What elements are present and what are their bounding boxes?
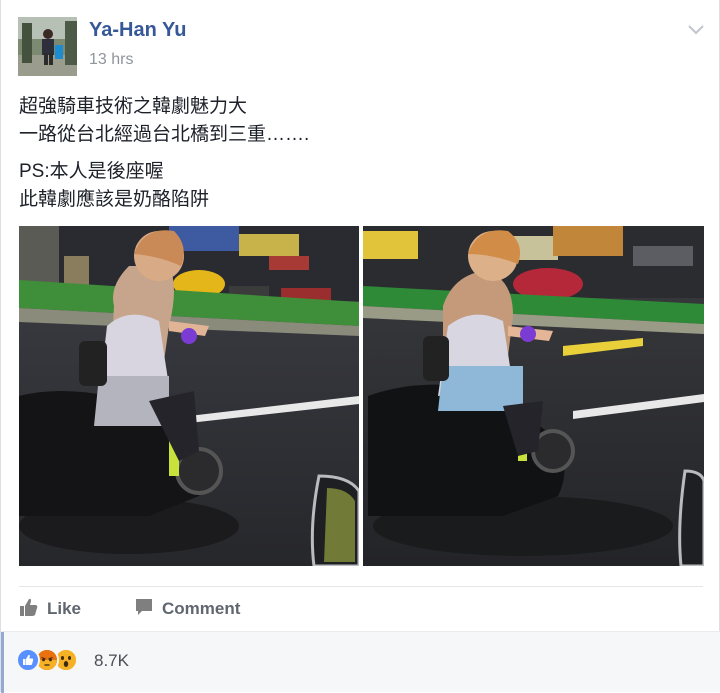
reactions-bar-accent: [1, 632, 4, 693]
author-name[interactable]: Ya-Han Yu: [89, 19, 186, 42]
post-card: Ya-Han Yu 13 hrs 超強騎車技術之韓劇魅力大 一路從台北經過台北橋…: [0, 0, 720, 693]
like-button[interactable]: Like: [19, 596, 81, 622]
comment-label: Comment: [162, 599, 241, 618]
post-text-line: 此韓劇應該是奶酪陷阱: [19, 189, 210, 210]
like-label: Like: [47, 599, 82, 618]
like-reaction-icon: [16, 648, 40, 672]
thumbs-up-icon: [19, 597, 47, 622]
post-paragraph-2: PS:本人是後座喔 此韓劇應該是奶酪陷阱: [19, 158, 699, 214]
post-timestamp[interactable]: 13 hrs: [89, 51, 133, 69]
post-text: 超強騎車技術之韓劇魅力大 一路從台北經過台北橋到三重……. PS:本人是後座喔 …: [19, 93, 699, 223]
reaction-count[interactable]: 8.7K: [94, 651, 129, 671]
actions-divider: [19, 586, 703, 587]
comment-button[interactable]: Comment: [134, 596, 240, 622]
comment-icon: [134, 597, 162, 622]
post-text-line: PS:本人是後座喔: [19, 161, 164, 182]
post-photo-left[interactable]: [19, 226, 359, 566]
post-photo-right[interactable]: [363, 226, 704, 566]
post-paragraph-1: 超強騎車技術之韓劇魅力大 一路從台北經過台北橋到三重…….: [19, 93, 699, 149]
post-text-line: 一路從台北經過台北橋到三重…….: [19, 124, 310, 145]
chevron-down-icon[interactable]: [685, 18, 707, 40]
post-text-line: 超強騎車技術之韓劇魅力大: [19, 96, 248, 117]
author-avatar[interactable]: [18, 17, 77, 76]
reaction-icons[interactable]: [16, 648, 92, 672]
